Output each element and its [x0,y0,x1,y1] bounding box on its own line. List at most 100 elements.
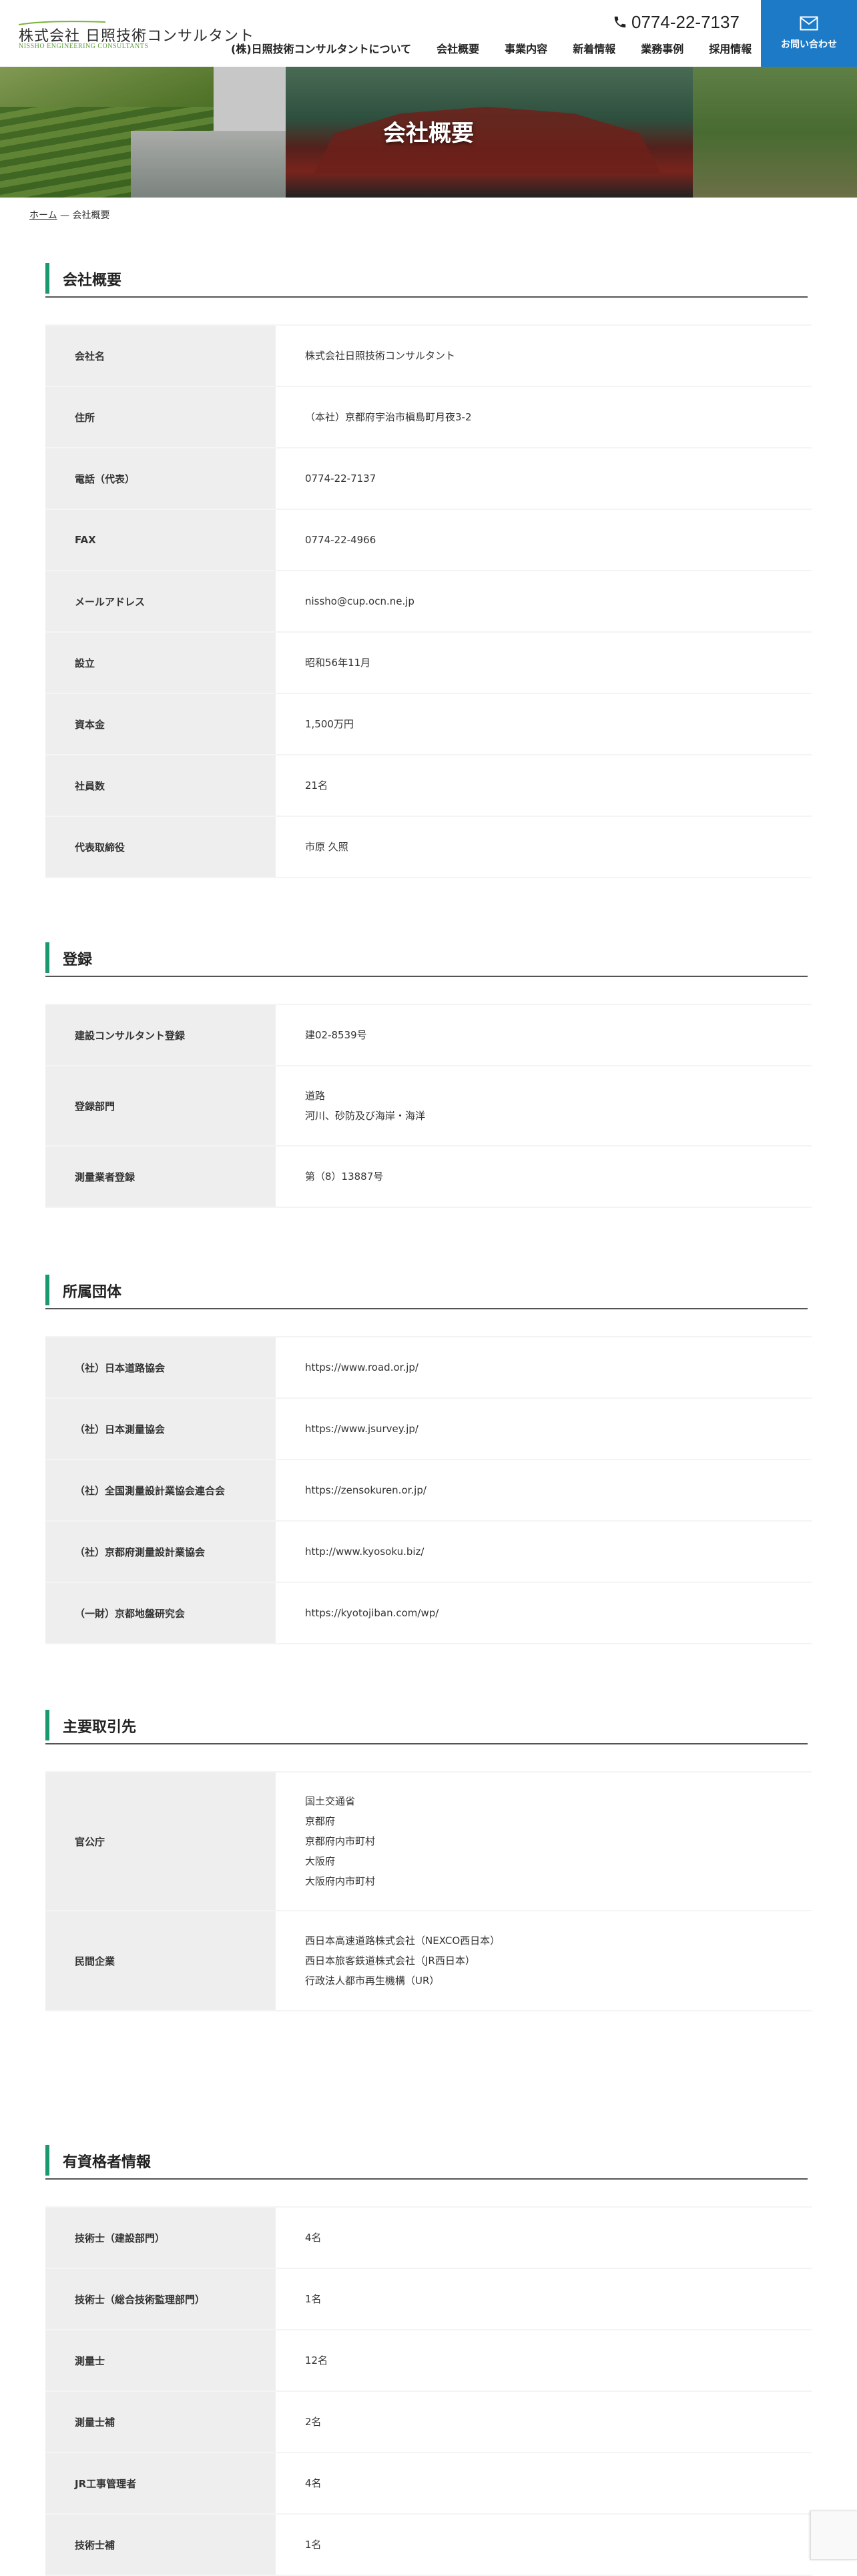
value-line: 京都府内市町村 [305,1835,376,1847]
table-row: FAX 0774-22-4966 [45,509,812,571]
table-row: （一財）京都地盤研究会 https://kyotojiban.com/wp/ [45,1582,812,1644]
row-label: （一財）京都地盤研究会 [45,1582,276,1644]
value-line: 大阪府 [305,1855,336,1867]
value-line: 1,500万円 [305,718,354,730]
page-title: 会社概要 [383,120,474,147]
section-title: 主要取引先 [63,1719,137,1736]
nav-services[interactable]: 事業内容 [505,40,547,56]
table-row: 技術士（建設部門） 4名 [45,2206,812,2269]
value-line[interactable]: https://zensokuren.or.jp/ [305,1480,811,1500]
row-value: 市原 久照 [276,816,812,878]
section-title: 登録 [63,952,93,968]
section-title: 有資格者情報 [63,2154,152,2171]
section-heading: 有資格者情報 [45,2145,808,2180]
row-value: 0774-22-4966 [276,509,812,571]
contact-button[interactable]: お問い合わせ [761,0,857,67]
breadcrumb: ホーム — 会社概要 [29,208,110,222]
table-row: （社）日本測量協会 https://www.jsurvey.jp/ [45,1397,812,1460]
row-label: 設立 [45,631,276,694]
row-label: JR工事管理者 [45,2452,276,2515]
table-row: 住所 （本社）京都府宇治市槇島町月夜3-2 [45,386,812,448]
header-phone[interactable]: 0774-22-7137 [613,12,740,32]
value-line: 昭和56年11月 [305,657,371,669]
row-value: 第（8）13887号 [276,1145,812,1208]
info-table: （社）日本道路協会 https://www.road.or.jp/ （社）日本測量協… [45,1336,812,1644]
table-row: 会社名 株式会社日照技術コンサルタント [45,324,812,387]
value-line[interactable]: https://www.jsurvey.jp/ [305,1419,811,1439]
table-row: 官公庁 国土交通省 京都府 京都府内市町村 大阪府 大阪府内市町村 [45,1771,812,1911]
breadcrumb-separator: — [60,210,70,221]
table-row: 社員数 21名 [45,754,812,817]
row-value: 西日本高速道路株式会社（NEXCO西日本） 西日本旅客鉄道株式会社（JR西日本） 行… [276,1910,812,2011]
row-value: 昭和56年11月 [276,631,812,694]
row-value: 12名 [276,2329,812,2392]
value-line: 建02-8539号 [305,1029,367,1041]
row-value: 国土交通省 京都府 京都府内市町村 大阪府 大阪府内市町村 [276,1771,812,1911]
phone-number: 0774-22-7137 [631,11,740,32]
row-label: 社員数 [45,754,276,817]
row-value: 1名 [276,2268,812,2330]
value-line: 0774-22-7137 [305,472,376,485]
row-label: 官公庁 [45,1771,276,1911]
row-value: 0774-22-7137 [276,447,812,510]
row-value: 2名 [276,2390,812,2453]
value-line: 京都府 [305,1815,336,1827]
row-label: 登録部門 [45,1065,276,1147]
value-line[interactable]: https://kyotojiban.com/wp/ [305,1603,811,1623]
value-line: 行政法人都市再生機構（UR） [305,1975,440,1987]
value-line[interactable]: https://www.road.or.jp/ [305,1357,811,1377]
row-label: 技術士（総合技術監理部門） [45,2268,276,2330]
contact-label: お問い合わせ [781,39,837,50]
row-value: 1,500万円 [276,693,812,755]
value-line: nissho@cup.ocn.ne.jp [305,595,414,607]
table-row: 建設コンサルタント登録 建02-8539号 [45,1004,812,1066]
value-line: 4名 [305,2232,322,2244]
row-label: 技術士補 [45,2513,276,2576]
section-heading: 所属団体 [45,1275,808,1309]
table-row: 技術士（総合技術監理部門） 1名 [45,2268,812,2330]
table-row: （社）日本道路協会 https://www.road.or.jp/ [45,1336,812,1399]
breadcrumb-current: 会社概要 [72,210,110,221]
table-row: 代表取締役 市原 久照 [45,816,812,878]
value-line: 市原 久照 [305,841,348,853]
row-label: 電話（代表） [45,447,276,510]
value-line: 河川、砂防及び海岸・海洋 [305,1110,426,1122]
row-value: http://www.kyosoku.biz/ [276,1520,812,1583]
value-line[interactable]: http://www.kyosoku.biz/ [305,1542,811,1562]
company-logo[interactable]: 株式会社 日照技術コンサルタント NISSHO ENGINEERING CONS… [19,20,254,53]
info-table: 建設コンサルタント登録 建02-8539号 登録部門 道路 河川、砂防及び海岸・海洋 測量… [45,1004,812,1208]
section-associations: 所属団体 （社）日本道路協会 https://www.road.or.jp/（社）日… [45,1275,812,1648]
recaptcha-badge[interactable] [810,2511,857,2560]
phone-icon [614,16,626,28]
row-label: （社）京都府測量設計業協会 [45,1520,276,1583]
nav-case-studies[interactable]: 業務事例 [641,40,683,56]
table-row: 民間企業 西日本高速道路株式会社（NEXCO西日本） 西日本旅客鉄道株式会社（JR西… [45,1910,812,2011]
row-value: 21名 [276,754,812,817]
table-row: 測量士補 2名 [45,2390,812,2453]
row-value: 道路 河川、砂防及び海岸・海洋 [276,1065,812,1147]
table-row: 登録部門 道路 河川、砂防及び海岸・海洋 [45,1065,812,1147]
row-label: 代表取締役 [45,816,276,878]
nav-news[interactable]: 新着情報 [573,40,615,56]
row-value: 4名 [276,2206,812,2269]
table-row: JR工事管理者 4名 [45,2452,812,2515]
logo-subtitle: NISSHO ENGINEERING CONSULTANTS [19,43,149,50]
row-value: https://www.road.or.jp/ [276,1336,812,1399]
row-label: 測量士補 [45,2390,276,2453]
value-line: （本社）京都府宇治市槇島町月夜3-2 [305,411,472,423]
info-table: 技術士（建設部門） 4名 技術士（総合技術監理部門） 1名 測量士 12名 測量士補 2名 JR… [45,2206,812,2576]
row-value: 1名 [276,2513,812,2576]
row-label: 測量業者登録 [45,1145,276,1208]
section-qualified-staff: 有資格者情報 技術士（建設部門） 4名 技術士（総合技術監理部門） 1名 測量士 12名 測量… [45,2145,812,2576]
row-value: 株式会社日照技術コンサルタント [276,324,812,387]
nav-recruit[interactable]: 採用情報 [709,40,752,56]
row-label: FAX [45,509,276,571]
value-line: 12名 [305,2354,328,2366]
value-line: 大阪府内市町村 [305,1875,376,1887]
nav-about[interactable]: (株)日照技術コンサルタントについて [231,40,411,56]
site-header: 株式会社 日照技術コンサルタント NISSHO ENGINEERING CONS… [0,0,857,67]
row-value: 4名 [276,2452,812,2515]
breadcrumb-home-link[interactable]: ホーム [29,210,57,221]
row-value: https://zensokuren.or.jp/ [276,1459,812,1522]
nav-company-overview[interactable]: 会社概要 [437,40,479,56]
